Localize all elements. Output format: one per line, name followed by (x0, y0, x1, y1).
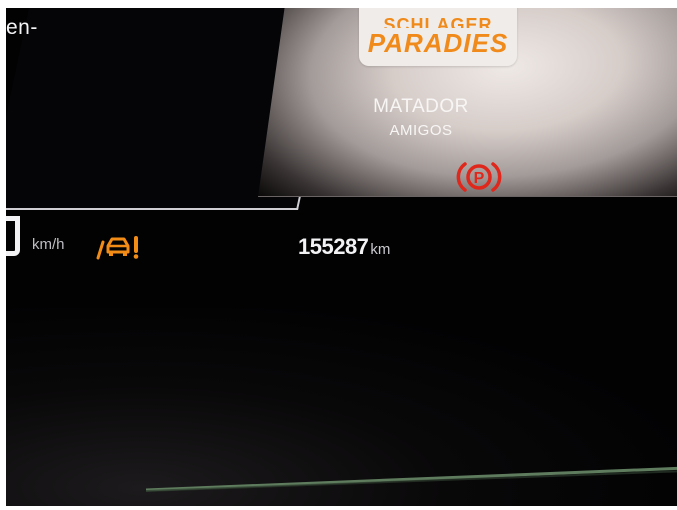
parking-brake-icon: P (456, 162, 502, 192)
speed-unit: km/h (32, 236, 65, 253)
lane-assist-warning-icon (96, 236, 139, 260)
speed-value-partial (6, 216, 20, 256)
track-title: MATADOR (373, 96, 469, 117)
album-art-main-text: PARADIES (367, 28, 509, 58)
odometer-unit: km (370, 241, 391, 258)
album-art: SCHLAGER PARADIES (359, 8, 517, 66)
album-art-top-text: SCHLAGER (383, 17, 493, 28)
odometer: 155287 km (298, 234, 390, 260)
track-artist: AMIGOS (389, 122, 453, 139)
navigation-instruction-text: en- (6, 16, 38, 39)
instrument-cluster-screen: en- SCHLAGER PARADIES MATADOR AMIGOS P k… (6, 8, 677, 506)
bottom-gauge-arc (146, 466, 677, 492)
parking-brake-symbol: P (474, 170, 485, 187)
odometer-value: 155287 (298, 234, 369, 259)
